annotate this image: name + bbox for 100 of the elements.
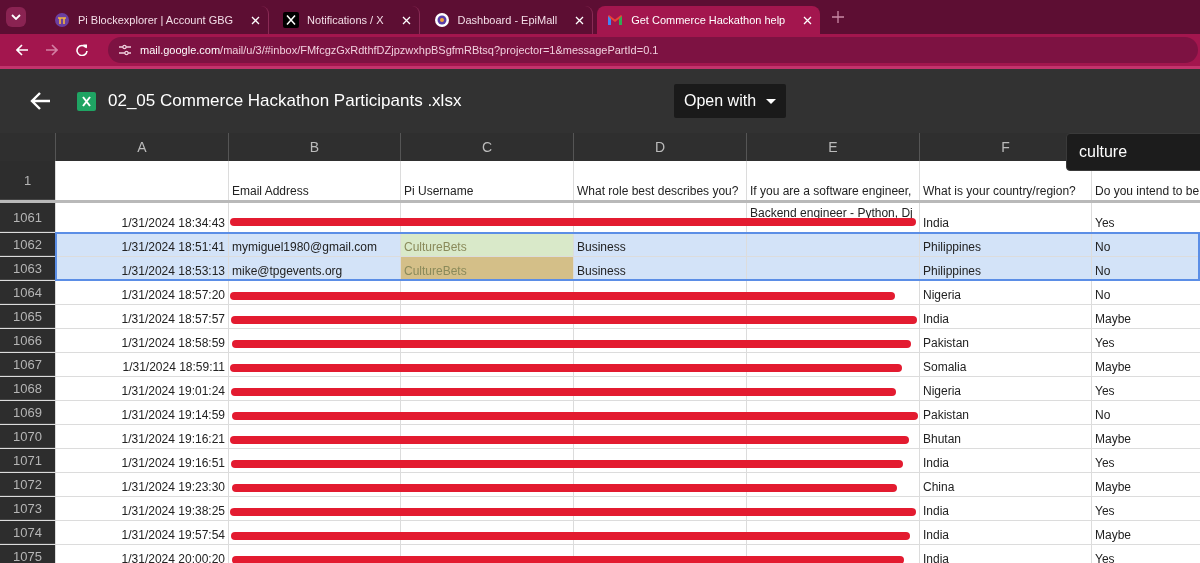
open-with-button[interactable]: Open with <box>674 84 787 118</box>
envelope-m-icon <box>607 12 624 28</box>
column-title: What is your country/region? <box>923 184 1076 199</box>
table-cell: Nigeria <box>923 384 961 399</box>
row-number[interactable]: 1066 <box>0 329 55 352</box>
table-cell: Backend engineer - Python, Dj <box>750 206 913 221</box>
table-cell: 1/31/2024 18:53:13 <box>121 264 225 279</box>
table-cell: India <box>923 456 950 471</box>
table-cell: 1/31/2024 19:14:59 <box>121 408 225 423</box>
coin-icon <box>54 12 70 28</box>
table-cell: Maybe <box>1095 360 1132 375</box>
column-title: If you are a software engineer, <box>750 184 912 199</box>
table-cell: 1/31/2024 18:58:59 <box>121 336 225 351</box>
row-number[interactable]: 1075 <box>0 545 55 563</box>
row-number[interactable]: 1071 <box>0 449 55 472</box>
close-tab-button[interactable] <box>251 15 261 25</box>
table-cell: Business <box>577 240 626 255</box>
back-arrow-icon <box>30 91 51 111</box>
table-cell: India <box>923 528 950 543</box>
table-cell: Bhutan <box>923 432 962 447</box>
row-number[interactable]: 1068 <box>0 377 55 400</box>
close-icon <box>803 15 813 25</box>
table-cell: Pakistan <box>923 336 970 351</box>
browser-tab[interactable]: Get Commerce Hackathon help <box>597 6 821 34</box>
table-cell: 1/31/2024 18:59:11 <box>122 360 225 375</box>
column-title: What role best describes you? <box>577 184 739 199</box>
chevron-down-icon <box>11 14 21 20</box>
column-header[interactable]: F <box>1001 139 1010 155</box>
find-field[interactable]: culture <box>1066 133 1200 171</box>
table-cell: 1/31/2024 19:23:30 <box>121 480 225 495</box>
url-text: mail.google.com/mail/u/3/#inbox/FMfcgzGxRdthfDZjpzwxhpBSgfmRBtsq?projector=1&messagePartId=0.1 <box>140 44 659 56</box>
column-header[interactable]: D <box>654 139 666 155</box>
table-cell: Business <box>577 264 626 279</box>
table-cell: mike@tpgevents.org <box>232 264 343 279</box>
row-number[interactable]: 1061 <box>0 203 55 232</box>
table-cell: India <box>923 504 950 519</box>
caret-icon <box>766 98 777 104</box>
table-cell: 1/31/2024 18:34:43 <box>121 216 225 231</box>
table-cell: mymiguel1980@gmail.com <box>232 240 377 255</box>
table-cell: Yes <box>1095 504 1115 519</box>
close-icon <box>575 15 585 25</box>
address-bar[interactable]: mail.google.com/mail/u/3/#inbox/FMfcgzGxRdthfDZjpzwxhpBSgfmRBtsq?projector=1&messagePartId=0.1 <box>108 37 1198 63</box>
x-logo-icon <box>283 12 300 28</box>
row-number[interactable]: 1074 <box>0 521 55 544</box>
column-header[interactable]: E <box>828 139 838 155</box>
table-cell: Maybe <box>1095 528 1132 543</box>
close-tab-button[interactable] <box>575 15 585 25</box>
close-tab-button[interactable] <box>401 15 411 25</box>
table-cell: Maybe <box>1095 480 1132 495</box>
table-cell: 1/31/2024 20:00:20 <box>121 552 225 563</box>
row-number[interactable]: 1064 <box>0 281 55 304</box>
table-cell: Yes <box>1095 384 1115 399</box>
row-number[interactable]: 1 <box>0 161 55 200</box>
table-cell: No <box>1095 408 1111 423</box>
table-cell: 1/31/2024 19:16:21 <box>121 432 225 447</box>
table-cell: 1/31/2024 19:38:25 <box>121 504 225 519</box>
close-icon <box>401 15 411 25</box>
column-header[interactable]: B <box>309 139 320 155</box>
file-name: 02_05 Commerce Hackathon Participants .xlsx <box>108 91 463 111</box>
highlighted-cell: CultureBets <box>400 233 573 256</box>
table-cell: 1/31/2024 18:57:20 <box>121 288 225 303</box>
spreadsheet-icon <box>77 91 96 111</box>
table-cell: 1/31/2024 19:16:51 <box>121 456 225 471</box>
table-cell: No <box>1095 288 1111 303</box>
table-cell: India <box>923 216 950 231</box>
table-cell: Maybe <box>1095 312 1132 327</box>
row-number[interactable]: 1067 <box>0 353 55 376</box>
back-arrow-icon <box>16 44 28 56</box>
table-cell: Yes <box>1095 552 1115 563</box>
table-cell: Maybe <box>1095 432 1132 447</box>
column-title: Pi Username <box>404 184 474 199</box>
new-tab-button[interactable] <box>832 11 845 23</box>
back-button[interactable] <box>30 91 51 111</box>
table-cell: 1/31/2024 18:57:57 <box>121 312 225 327</box>
table-cell: Philippines <box>923 264 982 279</box>
row-number[interactable]: 1063 <box>0 257 55 280</box>
table-cell: 1/31/2024 19:57:54 <box>121 528 225 543</box>
highlighted-cell: CultureBets <box>400 257 573 280</box>
row-number[interactable]: 1073 <box>0 497 55 520</box>
table-cell: Somalia <box>923 360 967 375</box>
row-number[interactable]: 1065 <box>0 305 55 328</box>
close-tab-button[interactable] <box>803 15 813 25</box>
row-number[interactable]: 1062 <box>0 233 55 256</box>
plus-icon <box>832 11 845 23</box>
tab-list-button[interactable] <box>6 7 26 27</box>
table-cell: China <box>923 480 955 495</box>
row-number[interactable]: 1072 <box>0 473 55 496</box>
close-icon <box>251 15 261 25</box>
column-header[interactable]: A <box>137 139 147 155</box>
table-cell: Yes <box>1095 336 1115 351</box>
row-number[interactable]: 1070 <box>0 425 55 448</box>
table-cell: 1/31/2024 19:01:24 <box>121 384 225 399</box>
table-cell: India <box>923 312 950 327</box>
column-title: Do you intend to be <box>1095 184 1200 199</box>
table-cell: Yes <box>1095 456 1115 471</box>
table-cell: Philippines <box>923 240 982 255</box>
row-number[interactable]: 1069 <box>0 401 55 424</box>
forward-arrow-icon <box>46 44 58 56</box>
reload-icon <box>76 44 88 56</box>
column-header[interactable]: C <box>481 139 493 155</box>
